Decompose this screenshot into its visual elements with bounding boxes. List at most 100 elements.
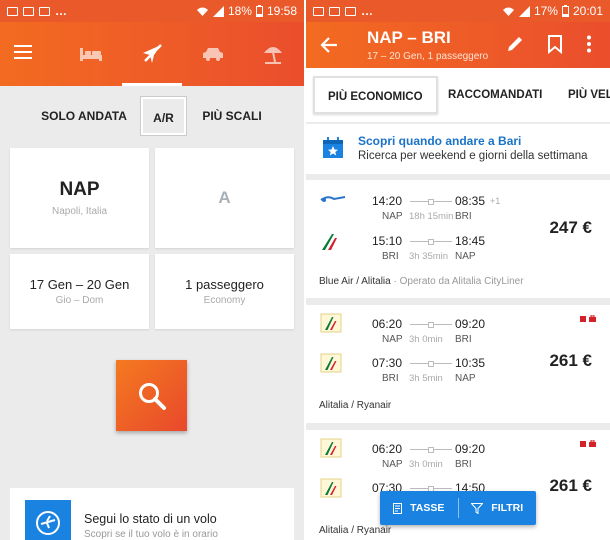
trip-one-way[interactable]: SOLO ANDATA	[38, 97, 130, 135]
airline-label: Blue Air / Alitalia	[319, 276, 391, 287]
arrival-time: 10:35	[455, 356, 486, 370]
outbound-leg: 06:20 09:20 NAP 3h 0min BRI	[306, 317, 610, 355]
calendar-star-icon	[323, 137, 343, 158]
edit-icon[interactable]	[506, 35, 524, 53]
promo-title: Scopri quando andare a Bari	[358, 134, 522, 148]
filters-label: FILTRI	[491, 502, 524, 514]
flight-status-title: Segui lo stato di un volo	[84, 512, 217, 526]
filters-button[interactable]: FILTRI	[459, 491, 537, 525]
origin-name: Napoli, Italia	[51, 206, 108, 217]
route-title: NAP – BRI	[367, 28, 451, 47]
tab-hotels[interactable]	[62, 22, 120, 86]
destination-airport: NAP	[455, 251, 476, 262]
route-details: 17 – 20 Gen, 1 passeggero	[367, 51, 489, 62]
flight-icon	[143, 44, 162, 63]
origin-airport: BRI	[382, 251, 399, 262]
destination-airport: BRI	[455, 211, 472, 222]
tab-cheapest[interactable]: PIÙ ECONOMICO	[313, 76, 438, 114]
results-screen: … 17% 20:01 NAP – BRI 17 – 20 Gen, 1 pas…	[306, 0, 610, 540]
arrival-time: 09:20	[455, 442, 486, 456]
departure-time: 15:10	[372, 234, 403, 248]
route-line	[410, 201, 452, 202]
image-icon	[23, 6, 34, 16]
duration: 3h 0min	[409, 459, 443, 470]
departure-time: 06:20	[372, 317, 403, 331]
notification-icons: …	[7, 4, 68, 18]
battery-level: 18%	[227, 4, 252, 18]
airline-names: Blue Air / Alitalia · Operato da Alitali…	[319, 276, 524, 287]
search-screen: … 18% 19:58 SOLO ANDATA A/R PIÙ SCALI NA…	[0, 0, 304, 540]
origin-airport: NAP	[382, 211, 403, 222]
status-bar: … 18% 19:58	[0, 0, 304, 22]
filter-bar: TASSE FILTRI	[380, 491, 536, 525]
more-options-icon[interactable]	[586, 35, 592, 53]
search-icon	[138, 382, 166, 410]
flight-result[interactable]: 14:20 08:35 +1 NAP 18h 15min BRI 15:10 1…	[306, 180, 610, 298]
trip-round-trip[interactable]: A/R	[141, 97, 186, 135]
tab-holidays[interactable]	[244, 22, 302, 86]
wifi-icon	[196, 7, 208, 16]
image-icon	[313, 6, 324, 16]
origin-code: NAP	[59, 179, 100, 200]
status-bar: … 17% 20:01	[306, 0, 610, 22]
outbound-leg: 06:20 09:20 NAP 3h 0min BRI	[306, 442, 610, 480]
destination-field[interactable]: A	[155, 148, 294, 248]
tab-recommended[interactable]: RACCOMANDATI	[448, 76, 542, 114]
menu-icon[interactable]	[14, 44, 32, 60]
route-line	[410, 324, 452, 325]
notification-icons: …	[313, 4, 374, 18]
filter-funnel-icon	[471, 502, 484, 514]
image-icon	[329, 6, 340, 16]
clock: 19:58	[266, 4, 297, 18]
more-notifications-icon: …	[361, 4, 374, 18]
operated-by: · Operato da Alitalia CityLiner	[393, 276, 524, 287]
bookmark-icon[interactable]	[547, 34, 563, 54]
battery-level: 17%	[533, 4, 558, 18]
duration: 3h 5min	[409, 373, 443, 384]
passengers-field[interactable]: 1 passeggero Economy	[155, 254, 294, 329]
route-line	[410, 241, 452, 242]
search-button[interactable]	[116, 360, 187, 431]
taxes-label: TASSE	[410, 502, 445, 514]
day-offset: +1	[490, 196, 501, 206]
promo-subtitle: Ricerca per weekend e giorni della setti…	[358, 150, 588, 162]
app-bar	[0, 22, 304, 86]
message-icon	[39, 6, 50, 16]
hotel-icon	[80, 48, 102, 61]
dates-days: Gio – Dom	[55, 295, 104, 306]
sort-tabs: PIÙ ECONOMICO RACCOMANDATI PIÙ VELOCI	[306, 68, 610, 122]
cabin-class: Economy	[203, 295, 246, 306]
tab-cars[interactable]	[184, 22, 242, 86]
origin-airport: NAP	[382, 334, 403, 345]
origin-airport: NAP	[382, 459, 403, 470]
departure-time: 06:20	[372, 442, 403, 456]
origin-field[interactable]: NAP Napoli, Italia	[10, 148, 149, 248]
results-app-bar: NAP – BRI 17 – 20 Gen, 1 passeggero	[306, 22, 610, 68]
explore-dates-banner[interactable]: Scopri quando andare a Bari Ricerca per …	[306, 124, 610, 174]
flight-status-card[interactable]: Segui lo stato di un volo Scopri se il t…	[10, 488, 294, 540]
wifi-icon	[502, 7, 514, 16]
dates-value: 17 Gen – 20 Gen	[29, 277, 130, 292]
battery-icon	[255, 5, 263, 17]
duration: 3h 0min	[409, 334, 443, 345]
more-notifications-icon: …	[55, 4, 68, 18]
destination-airport: NAP	[455, 373, 476, 384]
flight-result[interactable]: 06:20 09:20 NAP 3h 0min BRI 07:30 10:35 …	[306, 305, 610, 423]
arrival-time: 09:20	[455, 317, 486, 331]
beach-umbrella-icon	[264, 47, 282, 64]
arrival-time: 18:45	[455, 234, 486, 248]
dates-field[interactable]: 17 Gen – 20 Gen Gio – Dom	[10, 254, 149, 329]
flight-status-icon	[36, 511, 60, 535]
route-line	[410, 488, 452, 489]
arrival-time: 08:35	[455, 194, 486, 208]
departure-time: 14:20	[372, 194, 403, 208]
back-arrow-icon[interactable]	[320, 36, 338, 54]
tab-fastest[interactable]: PIÙ VELOCI	[568, 76, 610, 114]
receipt-icon	[393, 502, 403, 514]
taxes-button[interactable]: TASSE	[380, 491, 458, 525]
message-icon	[345, 6, 356, 16]
signal-icon	[212, 5, 224, 17]
departure-time: 07:30	[372, 356, 403, 370]
trip-multi-city[interactable]: PIÙ SCALI	[196, 97, 268, 135]
tab-flights[interactable]	[122, 22, 182, 86]
